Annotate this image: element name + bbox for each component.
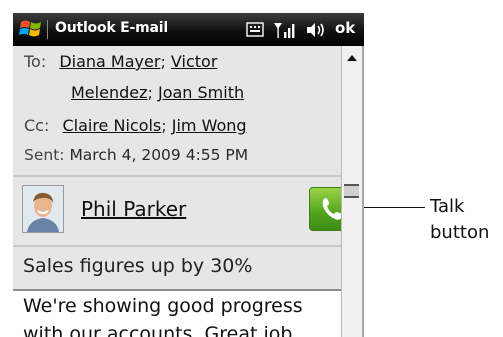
ok-button[interactable]: ok [335,19,355,37]
message-subject: Sales figures up by 30% [23,255,253,277]
scroll-up-arrow-icon[interactable] [342,48,362,68]
sender-row: Phil Parker [13,177,362,245]
right-frame-edge [362,46,364,337]
cc-recipient-link[interactable]: Claire Nicols [62,116,161,135]
to-line: To: Diana Mayer; Victor [24,52,218,71]
recipient-link[interactable]: Joan Smith [158,83,244,102]
windows-start-icon[interactable] [19,18,43,40]
title-separator [47,20,48,39]
keyboard-icon[interactable] [246,21,264,38]
sent-line: Sent: March 4, 2009 4:55 PM [24,146,248,164]
callout-label: Talk button [430,194,489,246]
person-photo-icon [23,186,63,232]
title-bar: Outlook E-mail ok [13,13,364,46]
subject-row: Sales figures up by 30% [13,247,362,289]
speaker-icon[interactable] [305,21,325,39]
to-line-continued: Melendez; Joan Smith [71,83,245,102]
body-line: with our accounts. Great job [23,323,293,337]
recipient-link[interactable]: Melendez [71,83,147,102]
cc-recipient-link[interactable]: Jim Wong [172,116,247,135]
callout-label-line: button [430,222,490,243]
sent-timestamp: March 4, 2009 4:55 PM [69,146,249,164]
callout-label-line: Talk [430,196,465,217]
cc-label: Cc: [24,116,50,135]
cc-line: Cc: Claire Nicols; Jim Wong [24,116,247,135]
callout-leader-line [364,207,425,208]
message-header: To: Diana Mayer; Victor Melendez; Joan S… [13,46,362,175]
message-body[interactable]: We're showing good progress with our acc… [13,289,362,337]
app-title: Outlook E-mail [55,20,168,36]
recipient-link[interactable]: Diana Mayer [59,52,160,71]
sent-label: Sent: [24,146,65,164]
vertical-scrollbar[interactable] [341,46,362,337]
to-label: To: [24,52,47,71]
sender-name-link[interactable]: Phil Parker [81,197,186,221]
avatar[interactable] [22,185,64,233]
phone-screen: Outlook E-mail ok To: Diana Mayer; Victo… [13,13,364,337]
recipient-link[interactable]: Victor [171,52,217,71]
body-line: We're showing good progress [23,295,303,317]
scrollbar-thumb[interactable] [344,184,359,198]
signal-icon[interactable] [273,21,295,40]
message-view: To: Diana Mayer; Victor Melendez; Joan S… [13,46,364,337]
